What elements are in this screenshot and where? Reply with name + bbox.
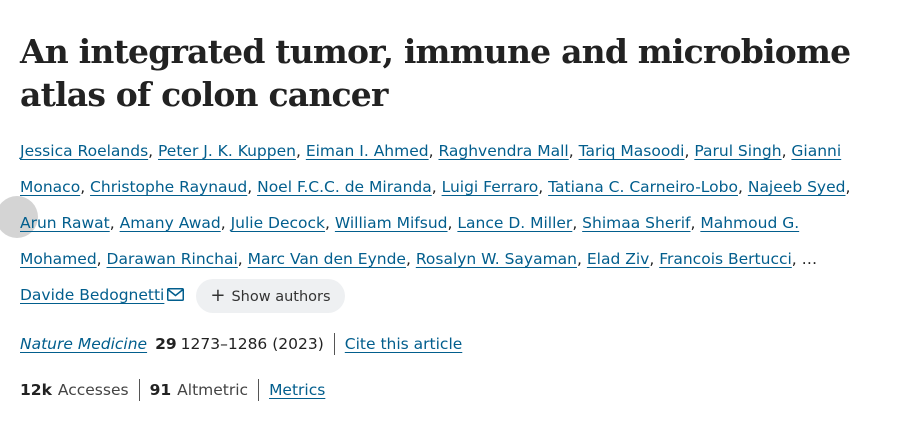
- divider: [138, 379, 140, 401]
- pages-year: 1273–1286 (2023): [180, 335, 324, 353]
- author-link[interactable]: Marc Van den Eynde: [248, 250, 406, 268]
- article-title: An integrated tumor, immune and microbio…: [20, 32, 851, 114]
- author-link[interactable]: Francois Bertucci: [659, 250, 792, 268]
- divider: [258, 379, 260, 401]
- author-link[interactable]: Amany Awad: [120, 214, 221, 232]
- accesses-label: Accesses: [57, 381, 129, 399]
- authors-ellipsis: …: [801, 250, 818, 268]
- altmetric-label: Altmetric: [177, 381, 249, 399]
- citation-line: Nature Medicine 29 1273–1286 (2023) Cite…: [20, 333, 462, 355]
- accesses-count: 12k: [20, 381, 52, 399]
- show-authors-label: Show authors: [231, 288, 331, 305]
- show-authors-button[interactable]: + Show authors: [196, 278, 345, 313]
- metrics-link[interactable]: Metrics: [269, 381, 325, 399]
- author-link[interactable]: Elad Ziv: [587, 250, 649, 268]
- author-list: Jessica Roelands, Peter J. K. Kuppen, Ei…: [20, 133, 880, 314]
- author-link[interactable]: Tatiana C. Carneiro-Lobo: [548, 178, 738, 196]
- metrics-bar: 12k Accesses 91 Altmetric Metrics: [20, 379, 325, 401]
- author-link[interactable]: Raghvendra Mall: [438, 142, 568, 160]
- author-link[interactable]: Julie Decock: [231, 214, 325, 232]
- author-link[interactable]: Arun Rawat: [20, 214, 110, 232]
- author-link[interactable]: Luigi Ferraro: [442, 178, 539, 196]
- corresponding-author-link[interactable]: Davide Bedognetti: [20, 286, 164, 304]
- author-link[interactable]: Rosalyn W. Sayaman: [416, 250, 577, 268]
- journal-link[interactable]: Nature Medicine: [20, 335, 147, 353]
- author-link[interactable]: Shimaa Sherif: [582, 214, 690, 232]
- author-link[interactable]: Darawan Rinchai: [107, 250, 238, 268]
- author-link[interactable]: Jessica Roelands: [20, 142, 148, 160]
- author-link[interactable]: Christophe Raynaud: [90, 178, 247, 196]
- volume-number: 29: [155, 335, 177, 353]
- author-link[interactable]: Eiman I. Ahmed: [306, 142, 429, 160]
- plus-icon: +: [210, 284, 226, 306]
- cite-this-article-link[interactable]: Cite this article: [345, 335, 463, 353]
- author-link[interactable]: Lance D. Miller: [457, 214, 572, 232]
- author-link[interactable]: Najeeb Syed: [748, 178, 846, 196]
- author-link[interactable]: Noel F.C.C. de Miranda: [257, 178, 432, 196]
- author-link[interactable]: Tariq Masoodi: [579, 142, 685, 160]
- altmetric-score: 91: [149, 381, 172, 399]
- mail-icon[interactable]: [167, 278, 185, 314]
- author-link[interactable]: Peter J. K. Kuppen: [158, 142, 296, 160]
- divider: [333, 333, 335, 355]
- author-link[interactable]: William Mifsud: [335, 214, 448, 232]
- author-link[interactable]: Parul Singh: [694, 142, 781, 160]
